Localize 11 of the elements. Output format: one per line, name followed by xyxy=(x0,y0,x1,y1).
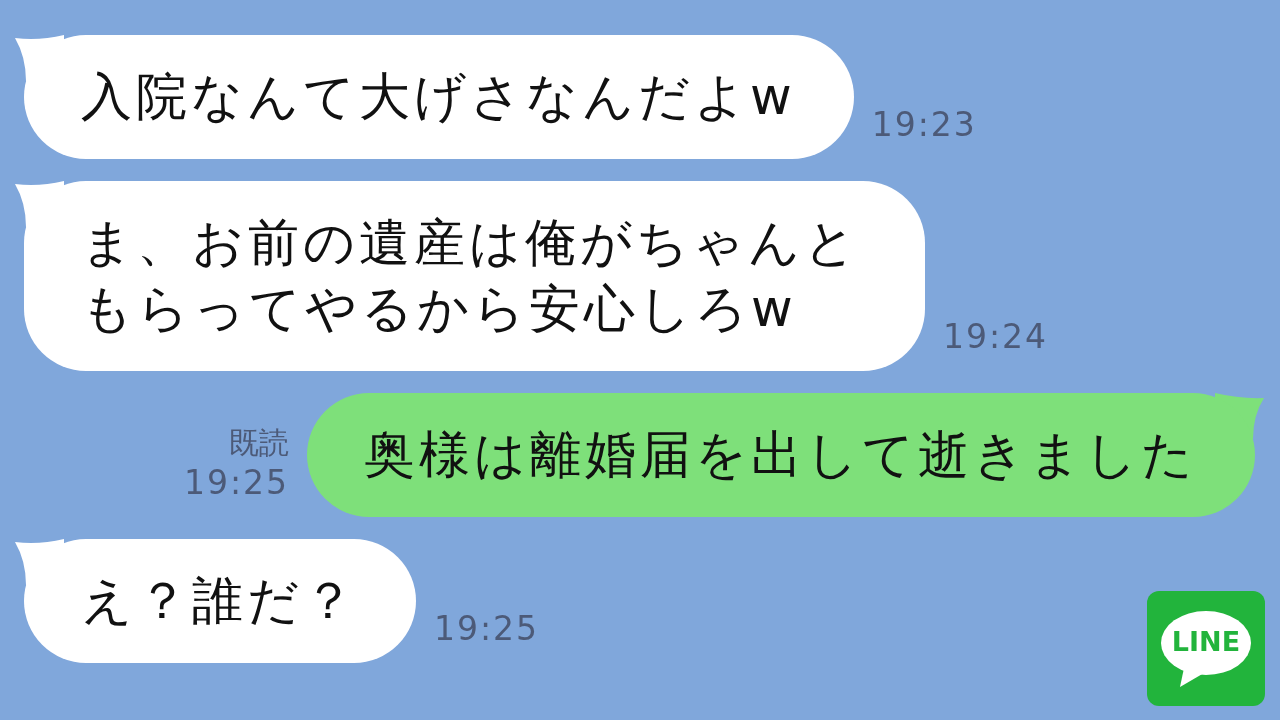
message-text: え？誰だ？ xyxy=(81,570,358,632)
message-text: 入院なんて大げさなんだよw xyxy=(81,66,796,128)
speech-bubble-icon xyxy=(1160,609,1252,688)
logo-text: LINE xyxy=(1171,626,1241,657)
message-time: 19:25 xyxy=(434,611,540,647)
message-time: 19:25 xyxy=(183,463,289,503)
message-time: 19:23 xyxy=(871,107,977,143)
message-text: 奥様は離婚届を出して逝きました xyxy=(364,424,1197,486)
read-receipt: 既読 xyxy=(229,424,289,462)
message-text: ま、お前の遺産は俺がちゃんともらってやるから安心しろw xyxy=(81,212,861,340)
message-time: 19:24 xyxy=(943,319,1049,355)
